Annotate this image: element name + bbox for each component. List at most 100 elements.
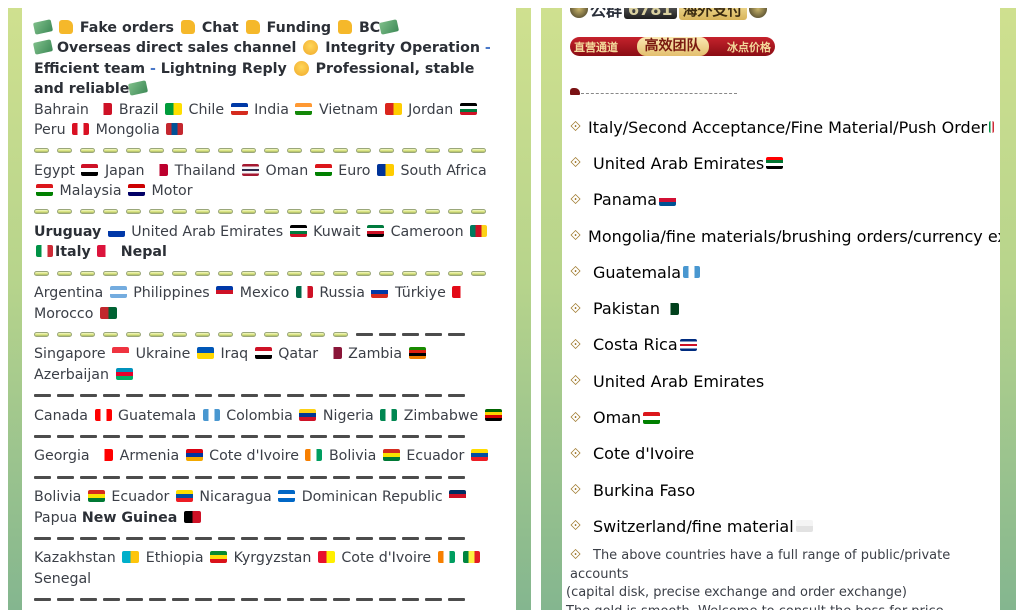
header-lightning: Lightning Reply xyxy=(160,60,287,77)
country-list-item: ⟐ Panama xyxy=(570,182,996,218)
mongolia-flag-icon xyxy=(166,123,184,136)
right-message-bubble: 公群 6781 海外支付 直营通道 高效团队 冰点价格 ⟐ Italy/Secon… xyxy=(562,8,1000,610)
pill-divider-icon xyxy=(103,331,118,337)
dash-divider-icon xyxy=(356,434,373,438)
header-overseas: Overseas direct sales channel xyxy=(56,40,297,57)
guatemala-flag-icon xyxy=(202,408,220,421)
bolivia-flag-icon xyxy=(382,449,400,462)
dash-divider-icon xyxy=(172,434,189,438)
kuwait-flag-icon xyxy=(367,225,385,238)
zimbabwe-flag-icon xyxy=(484,408,502,421)
country-list-item-text: Switzerland/fine material xyxy=(593,516,794,536)
pill-divider-icon xyxy=(218,331,233,337)
dash-divider-icon xyxy=(172,597,189,601)
chile-flag-icon xyxy=(230,102,248,115)
country-name: Dominican Republic xyxy=(301,489,443,506)
country-list-item: ⟐ Pakistan xyxy=(570,290,996,326)
country-list-item: ⟐ Mongolia/fine materials/brushing orders… xyxy=(570,218,1000,254)
country-name: Senegal xyxy=(34,570,92,587)
pill-divider-icon xyxy=(241,209,256,215)
dash-divider-icon xyxy=(241,393,258,397)
pill-divider-icon xyxy=(287,209,302,215)
dash-divider-icon xyxy=(80,536,97,540)
dash-divider-icon xyxy=(425,536,442,540)
dash-divider-icon xyxy=(34,475,51,479)
pill-divider-icon xyxy=(310,148,325,154)
ecuador-flag-icon xyxy=(175,490,193,503)
separator-row xyxy=(34,426,504,446)
pill-divider-icon xyxy=(103,270,118,276)
banner-efficient-team: 高效团队 xyxy=(636,37,709,56)
blue-dash: - xyxy=(484,40,491,57)
pill-divider-icon xyxy=(218,270,233,276)
peru-flag-icon xyxy=(72,123,90,136)
mexico-flag-icon xyxy=(295,286,313,299)
country-name: Kazakhstan xyxy=(34,550,116,567)
country-name: Mongolia xyxy=(95,122,160,139)
guatemala-flag-icon xyxy=(683,266,701,279)
banner-overseas-payment: 海外支付 xyxy=(678,8,747,20)
pill-divider-icon xyxy=(34,209,49,215)
country-name: Peru xyxy=(34,122,66,139)
dash-divider-icon xyxy=(103,434,120,438)
money-wings-icon xyxy=(32,19,54,35)
oman-flag-icon xyxy=(36,184,53,197)
country-name: Azerbaijan xyxy=(34,366,109,383)
pill-divider-icon xyxy=(402,148,417,154)
country-group: Egypt Japan Thailand Oman Euro South Afr… xyxy=(34,161,504,202)
pill-divider-icon xyxy=(287,270,302,276)
png-flag-icon xyxy=(183,510,201,523)
pill-divider-icon xyxy=(149,148,164,154)
pill-divider-icon xyxy=(241,331,256,337)
dash-divider-icon xyxy=(402,434,419,438)
dash-divider-icon xyxy=(287,434,304,438)
pill-divider-icon xyxy=(172,209,187,215)
nigeria-flag-icon xyxy=(380,408,398,421)
country-list-item: ⟐ Burkina Faso xyxy=(570,472,996,508)
dash-divider-icon xyxy=(287,393,304,397)
dash-divider-icon xyxy=(241,536,258,540)
diamond-bullet-icon: ⟐ xyxy=(570,482,582,499)
dash-divider-icon xyxy=(356,393,373,397)
pill-divider-icon xyxy=(218,148,233,154)
dash-divider-icon xyxy=(195,536,212,540)
separator-row xyxy=(34,528,504,548)
dash-divider-icon xyxy=(287,597,304,601)
dash-divider-icon xyxy=(448,475,465,479)
pill-divider-icon xyxy=(356,148,371,154)
country-list-item-text: Oman xyxy=(593,408,642,428)
dash-divider-icon xyxy=(195,475,212,479)
dash-divider-icon xyxy=(402,475,419,479)
country-list-item-text: Guatemala xyxy=(593,262,682,282)
dash-divider-icon xyxy=(126,393,143,397)
dash-divider-icon xyxy=(379,332,396,336)
country-group: Bahrain Brazil Chile India Vietnam Jorda… xyxy=(34,100,504,141)
uae-flag-icon xyxy=(766,157,784,170)
pill-divider-icon xyxy=(264,270,279,276)
header-line-2: Overseas direct sales channel Integrity … xyxy=(32,38,504,99)
vietnam-flag-icon xyxy=(384,102,402,115)
pill-divider-icon xyxy=(126,148,141,154)
diamond-bullet-icon: ⟐ xyxy=(570,336,582,353)
colombia-flag-icon xyxy=(299,408,317,421)
chat-background-strip-left xyxy=(8,8,22,610)
dash-divider-icon xyxy=(264,536,281,540)
diamond-bullet-icon: ⟐ xyxy=(570,119,582,136)
country-group: Argentina Philippines Mexico Russia Türk… xyxy=(34,283,504,324)
dash-divider-icon xyxy=(264,434,281,438)
country-name: Bolivia xyxy=(328,448,377,465)
coin-icon xyxy=(570,8,588,18)
pill-divider-icon xyxy=(172,270,187,276)
dash-divider-icon xyxy=(333,597,350,601)
dash-divider-icon xyxy=(80,597,97,601)
country-name: New Guinea xyxy=(81,509,178,526)
dash-divider-icon xyxy=(103,597,120,601)
country-group: Singapore Ukraine Iraq Qatar Zambia Azer… xyxy=(34,344,504,385)
pill-divider-icon xyxy=(80,148,95,154)
country-name: Brazil xyxy=(118,101,159,118)
pill-divider-icon xyxy=(195,148,210,154)
country-name: Guatemala xyxy=(118,407,197,424)
diamond-bullet-icon: ⟐ xyxy=(570,409,582,426)
pill-divider-icon xyxy=(448,148,463,154)
dash-divider-icon xyxy=(425,475,442,479)
